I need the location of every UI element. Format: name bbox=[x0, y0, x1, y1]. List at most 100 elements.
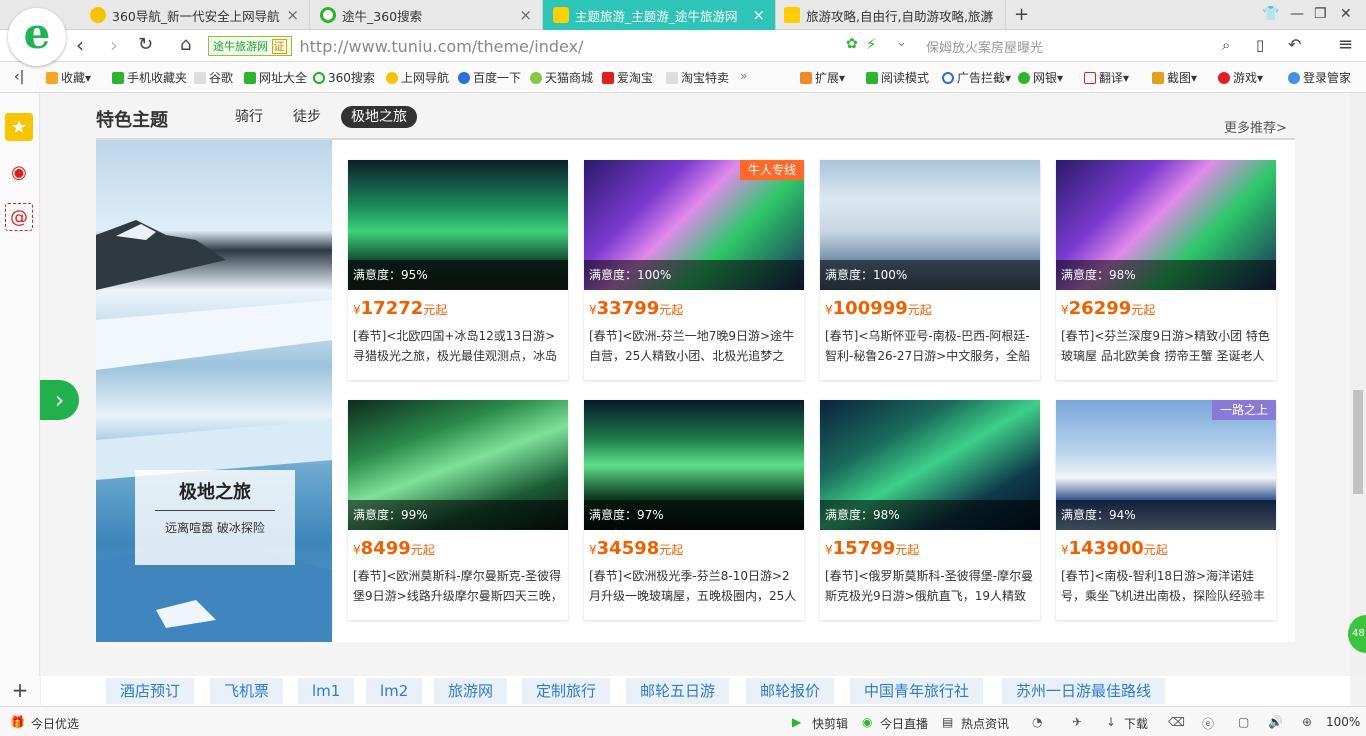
scrollbar-thumb[interactable] bbox=[1353, 390, 1363, 494]
product-description[interactable]: [春节]<北欧四国+冰岛12或13日游>寻猎极光之旅，极光最佳观测点，冰岛双 bbox=[353, 326, 565, 366]
zoom-icon[interactable]: ⊕ bbox=[1302, 715, 1312, 729]
product-card[interactable]: 满意度：98% ¥26299元起 [春节]<芬兰深度9日游>精致小团 特色玻璃屋… bbox=[1056, 160, 1276, 380]
footer-link[interactable]: 旅游网 bbox=[434, 678, 508, 704]
product-card[interactable]: 满意度：97% ¥34598元起 [春节]<欧洲极光季-芬兰8-10日游>2月升… bbox=[584, 400, 804, 620]
zoom-level[interactable]: 100% bbox=[1326, 715, 1360, 729]
footer-link[interactable]: lm2 bbox=[366, 678, 423, 704]
minimize-icon[interactable]: — bbox=[1290, 6, 1304, 22]
download-link[interactable]: 下载 bbox=[1124, 715, 1148, 732]
games-button[interactable]: 游戏 ▾ bbox=[1218, 69, 1263, 86]
window-icon[interactable]: ▢ bbox=[1238, 715, 1249, 729]
back-icon[interactable]: ‹ bbox=[76, 34, 84, 56]
product-description[interactable]: [春节]<乌斯怀亚号-南极-巴西-阿根廷-智利-秘鲁26-27日游>中文服务，全… bbox=[825, 326, 1037, 366]
product-description[interactable]: [春节]<欧洲-芬兰一地7晚9日游>途牛自营，25人精致小团、北极光追梦之 bbox=[589, 326, 801, 366]
bank-button[interactable]: 网银 ▾ bbox=[1018, 69, 1063, 86]
browser-logo[interactable]: e bbox=[8, 8, 66, 66]
tab-close-icon[interactable]: × bbox=[286, 6, 299, 24]
footer-link[interactable]: 飞机票 bbox=[210, 678, 284, 704]
tab-travel-guide[interactable]: 旅游攻略,自由行,自助游攻略,旅游 × bbox=[776, 0, 1006, 30]
tab-polar-travel[interactable]: 极地之旅 bbox=[341, 106, 417, 128]
speed-icon[interactable]: ⚡ bbox=[866, 35, 877, 53]
footer-link[interactable]: 邮轮报价 bbox=[746, 678, 835, 704]
more-recommendations-link[interactable]: 更多推荐> bbox=[1224, 117, 1287, 136]
tab-cycling[interactable]: 骑行 bbox=[225, 106, 273, 128]
skin-icon[interactable]: 👕 bbox=[1262, 6, 1279, 22]
bookmark-aitaobao[interactable]: 爱淘宝 bbox=[602, 69, 653, 86]
bookmark-taobao-sale[interactable]: 淘宝特卖 bbox=[666, 69, 729, 86]
vertical-scrollbar[interactable] bbox=[1350, 93, 1366, 676]
tab-tuniu-theme[interactable]: 主题旅游_主题游_途牛旅游网 × bbox=[543, 0, 776, 30]
footer-link[interactable]: 中国青年旅行社 bbox=[850, 678, 984, 704]
extensions-button[interactable]: 扩展 ▾ bbox=[800, 69, 845, 86]
translate-button[interactable]: 翻译 ▾ bbox=[1084, 69, 1129, 86]
sidebar-toggle-icon[interactable]: ‹| bbox=[14, 69, 24, 85]
undo-icon[interactable]: ↶ bbox=[1288, 35, 1301, 54]
footer-link[interactable]: 酒店预订 bbox=[106, 678, 195, 704]
today-picks-link[interactable]: 今日优选 bbox=[31, 715, 79, 732]
login-manager-button[interactable]: 登录管家 bbox=[1288, 69, 1351, 86]
satisfaction-rate: 满意度：97% bbox=[584, 500, 804, 530]
reading-mode-button[interactable]: 阅读模式 bbox=[866, 69, 929, 86]
bookmark-tmall[interactable]: 天猫商城 bbox=[530, 69, 593, 86]
screenshot-button[interactable]: 截图 ▾ bbox=[1152, 69, 1197, 86]
new-tab-button[interactable]: + bbox=[1014, 4, 1029, 25]
bookmark-360-search[interactable]: 360搜索 bbox=[313, 69, 375, 86]
news-link[interactable]: 热点资讯 bbox=[961, 715, 1009, 732]
search-icon[interactable]: ⌕ bbox=[1222, 36, 1230, 54]
menu-icon[interactable]: ≡ bbox=[1338, 34, 1353, 55]
tab-close-icon[interactable]: × bbox=[519, 6, 532, 24]
live-link[interactable]: 今日直播 bbox=[880, 715, 928, 732]
url-text[interactable]: http://www.tuniu.com/theme/index/ bbox=[300, 37, 584, 56]
product-description[interactable]: [春节]<芬兰深度9日游>精致小团 特色玻璃屋 品北欧美食 捞帝王蟹 圣诞老人 bbox=[1061, 326, 1273, 366]
restore-icon[interactable]: ❐ bbox=[1314, 6, 1327, 22]
product-description[interactable]: [春节]<欧洲莫斯科-摩尔曼斯克-圣彼得堡9日游>线路升级摩尔曼斯四天三晚， bbox=[353, 566, 565, 606]
add-icon[interactable]: + bbox=[0, 676, 40, 706]
product-card[interactable]: 满意度：100% ¥100999元起 [春节]<乌斯怀亚号-南极-巴西-阿根廷-… bbox=[820, 160, 1040, 380]
phone-icon[interactable]: ▯ bbox=[1256, 36, 1264, 54]
theme-banner[interactable]: 极地之旅 远离喧嚣 破冰探险 bbox=[96, 140, 332, 642]
sound-icon[interactable]: 🔊 bbox=[1268, 715, 1283, 729]
product-description[interactable]: [春节]<俄罗斯莫斯科-圣彼得堡-摩尔曼斯克极光9日游>俄航直飞，19人精致小 bbox=[825, 566, 1037, 606]
favorites-star-icon[interactable]: ★ bbox=[5, 113, 33, 141]
tab-close-icon[interactable]: × bbox=[752, 6, 765, 24]
next-arrow-button[interactable]: › bbox=[40, 380, 79, 420]
home-icon[interactable]: ⌂ bbox=[180, 34, 191, 56]
tab-hiking[interactable]: 徒步 bbox=[283, 106, 331, 128]
product-card[interactable]: 满意度：95% ¥17272元起 [春节]<北欧四国+冰岛12或13日游>寻猎极… bbox=[348, 160, 568, 380]
tab-close-icon[interactable]: × bbox=[982, 6, 995, 24]
security-shield-icon[interactable]: ✿ bbox=[846, 36, 858, 52]
weibo-icon[interactable]: ◉ bbox=[5, 158, 33, 186]
cleanup-icon[interactable]: ⌫ bbox=[1168, 715, 1185, 729]
bookmark-favorites[interactable]: 收藏 ▾ bbox=[46, 69, 91, 86]
product-card[interactable]: 牛人专线 满意度：100% ¥33799元起 [春节]<欧洲-芬兰一地7晚9日游… bbox=[584, 160, 804, 380]
bookmark-directory[interactable]: 网址大全 bbox=[244, 69, 307, 86]
refresh-icon[interactable]: ↻ bbox=[138, 34, 153, 56]
bookmark-google[interactable]: 谷歌 bbox=[194, 69, 233, 86]
bookmark-baidu[interactable]: 百度一下 bbox=[458, 69, 521, 86]
quick-edit-link[interactable]: 快剪辑 bbox=[812, 715, 848, 732]
site-verified-badge[interactable]: 途牛旅游网 证 bbox=[208, 36, 292, 56]
accelerate-icon[interactable]: ✈ bbox=[1072, 715, 1082, 729]
product-card[interactable]: 一路之上 满意度：94% ¥143900元起 [春节]<南极-智利18日游>海洋… bbox=[1056, 400, 1276, 620]
bookmark-mobile[interactable]: 手机收藏夹 bbox=[112, 69, 187, 86]
product-card[interactable]: 满意度：99% ¥8499元起 [春节]<欧洲莫斯科-摩尔曼斯克-圣彼得堡9日游… bbox=[348, 400, 568, 620]
product-description[interactable]: [春节]<欧洲极光季-芬兰8-10日游>2月升级一晚玻璃屋，五晚极圈内，25人小 bbox=[589, 566, 801, 606]
forward-icon[interactable]: › bbox=[110, 34, 118, 56]
product-description[interactable]: [春节]<南极-智利18日游>海洋诺娃号，乘坐飞机进出南极，探险队经验丰 bbox=[1061, 566, 1273, 606]
tab-360-nav[interactable]: 360导航_新一代安全上网导航 × bbox=[80, 0, 310, 30]
ie-icon[interactable]: ⓔ bbox=[1202, 715, 1214, 732]
bookmark-nav[interactable]: 上网导航 bbox=[386, 69, 449, 86]
email-icon[interactable]: @ bbox=[5, 203, 33, 231]
speed-test-icon[interactable]: ◔ bbox=[1032, 715, 1042, 729]
footer-link[interactable]: 定制旅行 bbox=[522, 678, 611, 704]
bookmarks-more[interactable]: » bbox=[740, 69, 747, 83]
tab-360-search[interactable]: 途牛_360搜索 × bbox=[310, 0, 543, 30]
search-input[interactable]: 保姆放火案房屋曝光 bbox=[926, 37, 1043, 56]
footer-link[interactable]: lm1 bbox=[298, 678, 355, 704]
close-window-icon[interactable]: ✕ bbox=[1340, 6, 1352, 22]
product-card[interactable]: 满意度：98% ¥15799元起 [春节]<俄罗斯莫斯科-圣彼得堡-摩尔曼斯克极… bbox=[820, 400, 1040, 620]
adblock-button[interactable]: 广告拦截 ▾ bbox=[942, 69, 1011, 86]
footer-link[interactable]: 邮轮五日游 bbox=[626, 678, 730, 704]
footer-link[interactable]: 苏州一日游最佳路线 bbox=[1002, 678, 1166, 704]
search-box[interactable]: 保姆放火案房屋曝光 ⌕ bbox=[895, 30, 1245, 62]
